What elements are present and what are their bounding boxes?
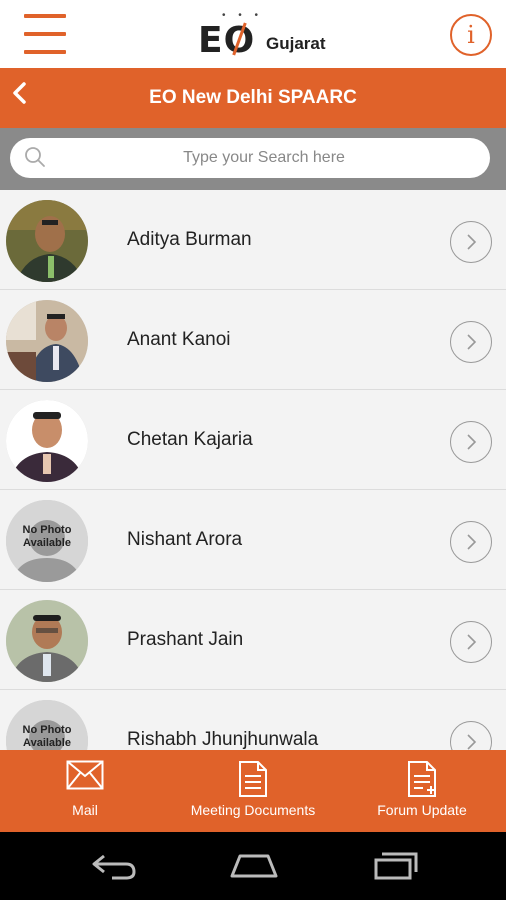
avatar bbox=[6, 600, 88, 682]
avatar bbox=[6, 400, 88, 482]
title-bar: EO New Delhi SPAARC bbox=[0, 68, 506, 128]
home-nav-icon[interactable] bbox=[228, 850, 280, 880]
member-name: Aditya Burman bbox=[127, 229, 252, 250]
search-box[interactable] bbox=[10, 138, 490, 178]
list-item[interactable]: No Photo Available Rishabh Jhunjhunwala bbox=[0, 690, 506, 750]
logo-text: EO bbox=[198, 20, 256, 61]
menu-icon[interactable] bbox=[24, 14, 66, 56]
open-member-button[interactable] bbox=[450, 321, 492, 363]
open-member-button[interactable] bbox=[450, 521, 492, 563]
chevron-right-icon bbox=[467, 334, 477, 350]
list-item[interactable]: Prashant Jain bbox=[0, 590, 506, 690]
tab-label: Meeting Documents bbox=[190, 802, 316, 818]
open-member-button[interactable] bbox=[450, 421, 492, 463]
app-header: • • • EO Gujarat i bbox=[0, 0, 506, 68]
search-input[interactable] bbox=[54, 138, 474, 178]
mail-icon bbox=[66, 760, 104, 790]
tab-mail[interactable]: Mail bbox=[30, 750, 140, 832]
list-item[interactable]: Aditya Burman bbox=[0, 190, 506, 290]
avatar bbox=[6, 300, 88, 382]
avatar: No Photo Available bbox=[6, 700, 88, 750]
member-list: Aditya Burman Anant Kanoi Chetan Kajaria… bbox=[0, 190, 506, 750]
recents-nav-icon[interactable] bbox=[372, 850, 420, 880]
chevron-right-icon bbox=[467, 634, 477, 650]
tab-label: Forum Update bbox=[377, 802, 467, 818]
chevron-right-icon bbox=[467, 734, 477, 750]
no-photo-label: No Photo Available bbox=[22, 724, 72, 749]
logo-region: Gujarat bbox=[266, 34, 326, 53]
chevron-right-icon bbox=[467, 534, 477, 550]
list-item[interactable]: Anant Kanoi bbox=[0, 290, 506, 390]
open-member-button[interactable] bbox=[450, 721, 492, 750]
info-button[interactable]: i bbox=[450, 14, 492, 56]
member-name: Prashant Jain bbox=[127, 629, 244, 650]
search-icon bbox=[25, 147, 45, 167]
avatar bbox=[6, 200, 88, 282]
bottom-tab-bar: Mail Meeting Documents Forum Update bbox=[0, 750, 506, 832]
list-item[interactable]: Chetan Kajaria bbox=[0, 390, 506, 490]
tab-label: Mail bbox=[72, 802, 98, 818]
back-button[interactable] bbox=[10, 78, 40, 118]
tab-meeting-documents[interactable]: Meeting Documents bbox=[178, 750, 328, 832]
system-nav-bar bbox=[0, 832, 506, 900]
search-bar bbox=[0, 128, 506, 190]
open-member-button[interactable] bbox=[450, 221, 492, 263]
member-name: Chetan Kajaria bbox=[127, 429, 253, 450]
document-icon bbox=[239, 761, 267, 797]
info-icon: i bbox=[467, 21, 475, 49]
eo-logo: • • • EO Gujarat bbox=[198, 10, 326, 61]
member-name: Nishant Arora bbox=[127, 529, 243, 550]
member-name: Anant Kanoi bbox=[127, 329, 231, 350]
page-title: EO New Delhi SPAARC bbox=[149, 87, 357, 108]
no-photo-label: No Photo Available bbox=[22, 524, 72, 549]
list-item[interactable]: No Photo Available Nishant Arora bbox=[0, 490, 506, 590]
member-name: Rishabh Jhunjhunwala bbox=[127, 729, 319, 750]
chevron-left-icon bbox=[13, 82, 26, 104]
open-member-button[interactable] bbox=[450, 621, 492, 663]
chevron-right-icon bbox=[467, 234, 477, 250]
back-nav-icon[interactable] bbox=[90, 850, 138, 880]
tab-forum-update[interactable]: Forum Update bbox=[362, 750, 482, 832]
avatar: No Photo Available bbox=[6, 500, 88, 582]
document-edit-icon bbox=[408, 761, 436, 797]
chevron-right-icon bbox=[467, 434, 477, 450]
